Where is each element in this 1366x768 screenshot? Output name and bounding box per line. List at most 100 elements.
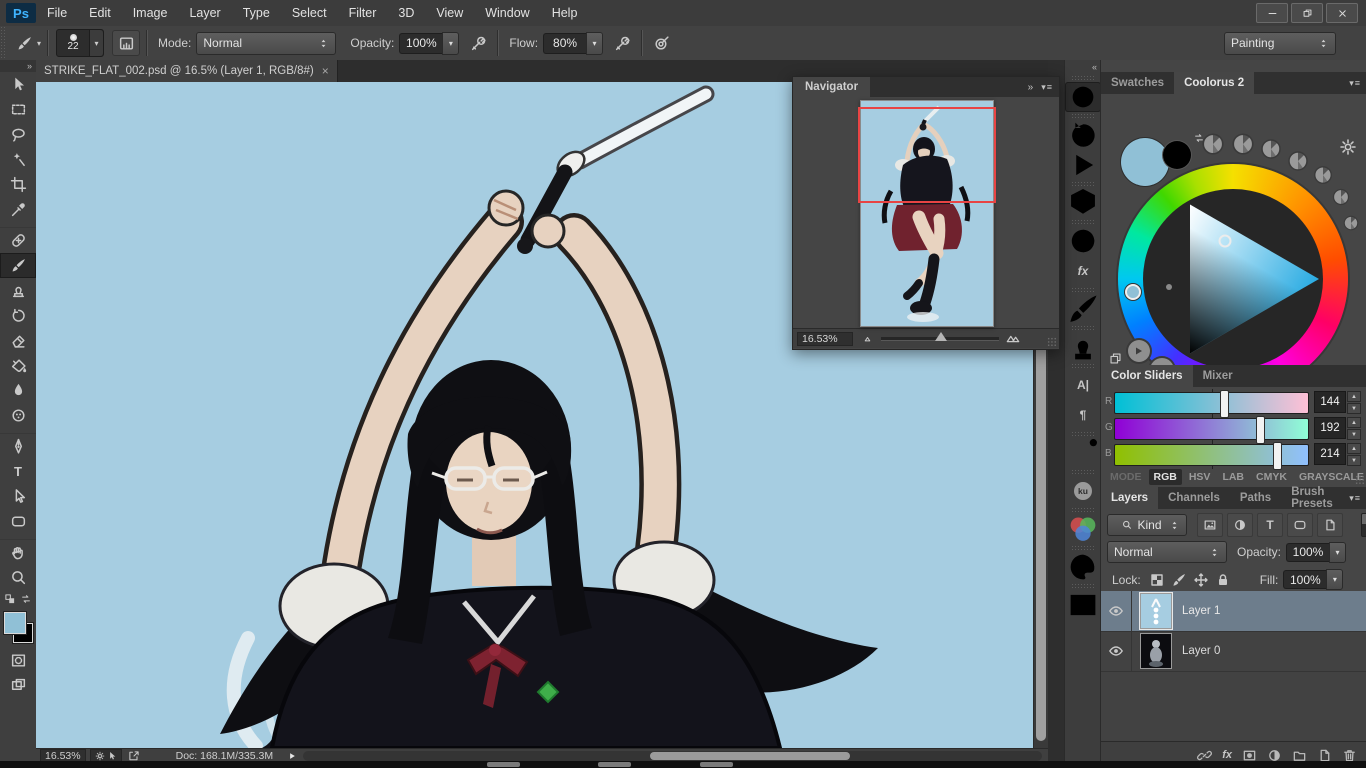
navigator-zoom-slider[interactable]: [881, 337, 999, 341]
layer-row-0[interactable]: Layer 0: [1101, 631, 1366, 672]
dock-color-themes[interactable]: [1065, 514, 1101, 544]
layer-1-name[interactable]: Layer 1: [1182, 605, 1220, 617]
filter-toggle-switch[interactable]: [1361, 513, 1366, 537]
tool-preset-caret-icon[interactable]: ▾: [37, 39, 41, 48]
options-grip[interactable]: [0, 26, 7, 60]
clone-stamp-tool[interactable]: [0, 278, 36, 303]
navigator-tab[interactable]: Navigator: [793, 77, 870, 97]
step-up-icon[interactable]: ▲: [1347, 417, 1361, 428]
document-tab[interactable]: STRIKE_FLAT_002.psd @ 16.5% (Layer 1, RG…: [36, 60, 338, 82]
filter-pixel-layers-button[interactable]: [1197, 513, 1223, 537]
navigator-zoom-field[interactable]: 16.53%: [797, 332, 853, 346]
coolorus-triangle[interactable]: [1118, 164, 1348, 394]
tab-coolorus[interactable]: Coolorus 2: [1174, 72, 1254, 94]
menu-select[interactable]: Select: [281, 0, 338, 26]
horizontal-scrollbar-thumb[interactable]: [650, 752, 850, 760]
dock-brush-presets[interactable]: [1065, 294, 1101, 324]
opacity-value[interactable]: 100%: [399, 33, 442, 54]
hand-tool[interactable]: [0, 540, 36, 565]
brush-size-caret-icon[interactable]: ▾: [89, 30, 103, 56]
layer-blend-mode-select[interactable]: Normal: [1107, 541, 1227, 563]
coolorus-settings-icon[interactable]: [1339, 138, 1357, 156]
filter-adjustment-layers-button[interactable]: [1227, 513, 1253, 537]
knob-dial-7[interactable]: [1342, 214, 1360, 232]
menu-view[interactable]: View: [425, 0, 474, 26]
panel-menu-icon[interactable]: ▾≡: [1349, 493, 1361, 504]
brush-size-picker[interactable]: 22 ▾: [56, 29, 104, 57]
paint-bucket-tool[interactable]: [0, 353, 36, 378]
tool-preset-picker[interactable]: [11, 31, 37, 55]
tab-paths[interactable]: Paths: [1230, 487, 1281, 509]
layer-1-thumbnail[interactable]: [1140, 593, 1172, 629]
lock-all-icon[interactable]: [1215, 572, 1231, 588]
channel-r-slider[interactable]: [1114, 392, 1309, 414]
navigator-zoom-slider-thumb[interactable]: [935, 332, 947, 341]
dock-history[interactable]: [1065, 120, 1101, 150]
layer-fill-value[interactable]: 100%: [1283, 570, 1326, 589]
coolorus-hue-ring[interactable]: [1118, 164, 1348, 394]
workspace-select[interactable]: Painting: [1224, 32, 1336, 55]
foreground-color-chip[interactable]: [4, 612, 26, 634]
tab-mixer[interactable]: Mixer: [1193, 365, 1243, 387]
airbrush-toggle-button[interactable]: [609, 31, 635, 55]
dock-libraries[interactable]: [1065, 590, 1101, 620]
dock-kuler[interactable]: ku: [1065, 476, 1101, 506]
dock-collapse-button[interactable]: «: [1065, 60, 1101, 74]
navigator-resize-grip[interactable]: [1047, 337, 1057, 347]
zoom-tool[interactable]: [0, 565, 36, 590]
channel-g-value[interactable]: 192: [1314, 417, 1346, 439]
history-brush-tool[interactable]: [0, 303, 36, 328]
flow-value[interactable]: 80%: [543, 33, 586, 54]
close-button[interactable]: [1326, 3, 1358, 23]
layer-filter-kind-select[interactable]: Kind: [1107, 514, 1187, 536]
coolorus-foreground-swatch[interactable]: [1121, 138, 1169, 186]
wheel-mode-triangle-button[interactable]: [1128, 340, 1150, 362]
navigator-thumbnail[interactable]: [860, 100, 994, 327]
dock-mixer[interactable]: [1065, 552, 1101, 582]
lock-position-icon[interactable]: [1193, 572, 1209, 588]
dock-adjustments[interactable]: [1065, 226, 1101, 256]
dock-3d-material[interactable]: [1065, 188, 1101, 218]
restore-button[interactable]: [1291, 3, 1323, 23]
knob-dial-5[interactable]: [1312, 164, 1334, 186]
shape-tool[interactable]: [0, 509, 36, 534]
quick-mask-button[interactable]: [0, 648, 36, 673]
lock-transparency-icon[interactable]: [1149, 572, 1165, 588]
dock-navigator[interactable]: [1065, 82, 1101, 112]
crop-tool[interactable]: [0, 172, 36, 197]
step-down-icon[interactable]: ▼: [1347, 429, 1361, 440]
step-up-icon[interactable]: ▲: [1347, 391, 1361, 402]
channel-b-slider[interactable]: [1114, 444, 1309, 466]
path-selection-tool[interactable]: [0, 484, 36, 509]
default-swap-colors[interactable]: [0, 590, 36, 608]
step-down-icon[interactable]: ▼: [1347, 403, 1361, 414]
magic-wand-tool[interactable]: [0, 147, 36, 172]
move-tool[interactable]: [0, 72, 36, 97]
menu-image[interactable]: Image: [122, 0, 179, 26]
toggle-brush-panel-button[interactable]: [112, 30, 140, 56]
panel-menu-icon[interactable]: ▾≡: [1041, 82, 1053, 93]
zoom-out-icon[interactable]: [863, 333, 875, 345]
mode-hsv[interactable]: HSV: [1184, 469, 1216, 485]
tablet-pressure-opacity-button[interactable]: [465, 31, 491, 55]
horizontal-scrollbar[interactable]: [303, 751, 1042, 761]
knob-dial-4[interactable]: [1286, 149, 1310, 173]
dock-clone-source[interactable]: [1065, 332, 1101, 362]
blend-mode-select[interactable]: Normal: [196, 32, 336, 55]
vertical-scrollbar-thumb[interactable]: [1036, 335, 1046, 741]
channel-r-thumb[interactable]: [1220, 390, 1229, 418]
menu-file[interactable]: File: [36, 0, 78, 26]
healing-brush-tool[interactable]: [0, 228, 36, 253]
menu-help[interactable]: Help: [541, 0, 589, 26]
filter-smart-objects-button[interactable]: [1317, 513, 1343, 537]
filter-type-layers-button[interactable]: T: [1257, 513, 1283, 537]
layer-style-button[interactable]: fx: [1222, 749, 1232, 761]
layer-opacity-caret-icon[interactable]: ▾: [1329, 542, 1346, 563]
knob-dial-2[interactable]: [1230, 131, 1256, 157]
dodge-tool[interactable]: [0, 403, 36, 428]
menu-filter[interactable]: Filter: [338, 0, 388, 26]
layer-row-1[interactable]: Layer 1: [1101, 591, 1366, 632]
layer-fill-caret-icon[interactable]: ▾: [1326, 569, 1343, 590]
channel-b-value[interactable]: 214: [1314, 443, 1346, 465]
tools-collapse-button[interactable]: »: [0, 60, 36, 72]
